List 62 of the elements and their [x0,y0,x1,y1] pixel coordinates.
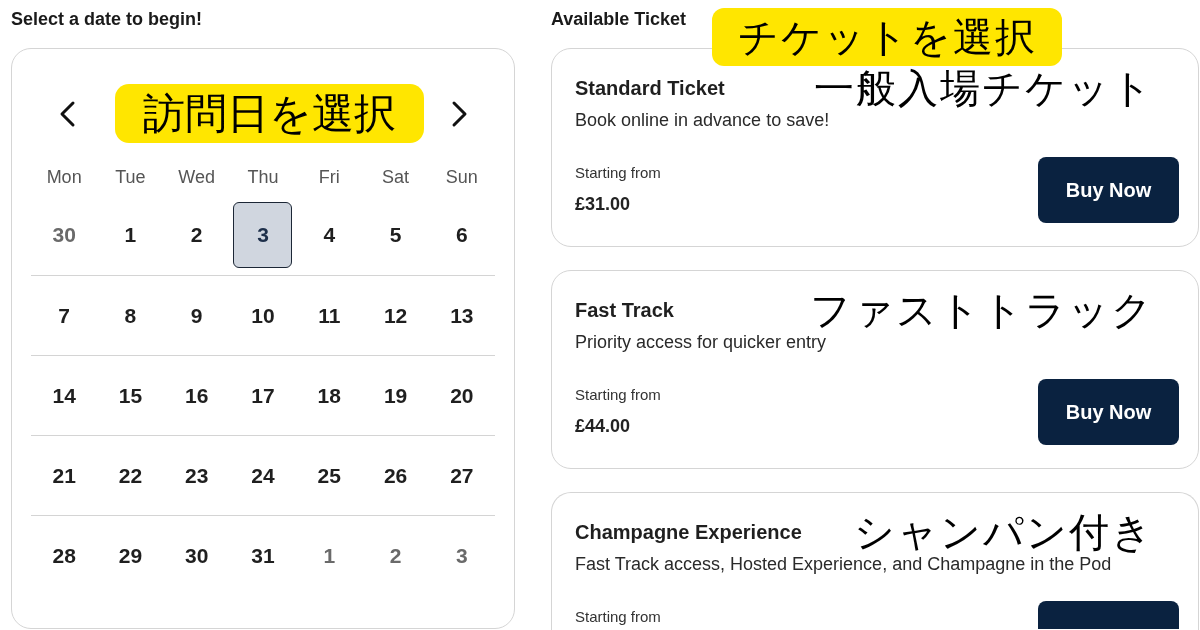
weekday-label: Thu [247,166,279,188]
weekday-label: Wed [178,166,216,188]
calendar-day[interactable]: 18 [299,362,359,429]
calendar-day[interactable]: 25 [299,442,359,509]
calendar-day[interactable]: 12 [366,282,426,349]
calendar-day[interactable]: 13 [432,282,492,349]
calendar-day[interactable]: 26 [366,442,426,509]
calendar-day[interactable]: 15 [100,362,160,429]
calendar-day[interactable]: 23 [167,442,227,509]
annotation-label: 訪問日を選択 [115,84,424,143]
section-heading: Select a date to begin! [11,8,203,30]
calendar-day[interactable]: 5 [366,202,426,268]
calendar-day[interactable]: 24 [233,442,293,509]
calendar-day[interactable]: 3 [233,202,293,268]
calendar-day[interactable]: 7 [34,282,94,349]
weekday-label: Tue [115,166,146,188]
calendar-day[interactable]: 22 [100,442,160,509]
calendar-day[interactable]: 11 [299,282,359,349]
calendar-day[interactable]: 10 [233,282,293,349]
buy-now-button[interactable]: Buy Now [1038,379,1179,445]
ticket-annotation: 一般入場チケット [814,65,1154,111]
calendar-day[interactable]: 30 [34,202,94,268]
ticket-description: Fast Track access, Hosted Experience, and Champagne in the Pod [575,553,1112,575]
ticket-name: Champagne Experience [575,520,802,544]
ticket-annotation: ファストトラック [810,287,1154,333]
ticket-description: Book online in advance to save! [575,109,830,131]
calendar-day[interactable]: 2 [167,202,227,268]
ticket-name: Standard Ticket [575,76,725,100]
calendar-day[interactable]: 16 [167,362,227,429]
price-label: Starting from [575,607,661,627]
ticket-annotation: シャンパン付き [854,509,1154,555]
calendar-day[interactable]: 1 [299,522,359,589]
calendar-day[interactable]: 28 [34,522,94,589]
section-heading: Available Ticket [551,8,687,30]
weekday-label: Sun [445,166,478,188]
weekday-label: Fri [318,166,340,188]
calendar-day[interactable]: 6 [432,202,492,268]
calendar-day[interactable]: 19 [366,362,426,429]
annotation-label: チケットを選択 [712,8,1062,66]
calendar-day[interactable]: 9 [167,282,227,349]
ticket-name: Fast Track [575,298,674,322]
calendar-day[interactable]: 3 [432,522,492,589]
ticket-price: £44.00 [575,415,631,437]
ticket-description: Priority access for quicker entry [575,331,827,353]
weekday-label: Mon [46,166,82,188]
calendar-day[interactable]: 29 [100,522,160,589]
calendar-day[interactable]: 20 [432,362,492,429]
calendar-day[interactable]: 4 [299,202,359,268]
ticket-price: £31.00 [575,193,631,215]
calendar-day[interactable]: 31 [233,522,293,589]
calendar-day[interactable]: 1 [100,202,160,268]
calendar-day[interactable]: 17 [233,362,293,429]
price-label: Starting from [575,163,661,183]
calendar-day[interactable]: 14 [34,362,94,429]
buy-now-button[interactable]: Buy Now [1038,157,1179,223]
price-label: Starting from [575,385,661,405]
calendar-day[interactable]: 21 [34,442,94,509]
weekday-label: Sat [382,166,410,188]
calendar-day[interactable]: 30 [167,522,227,589]
calendar-day[interactable]: 8 [100,282,160,349]
calendar-day[interactable]: 27 [432,442,492,509]
calendar-day[interactable]: 2 [366,522,426,589]
